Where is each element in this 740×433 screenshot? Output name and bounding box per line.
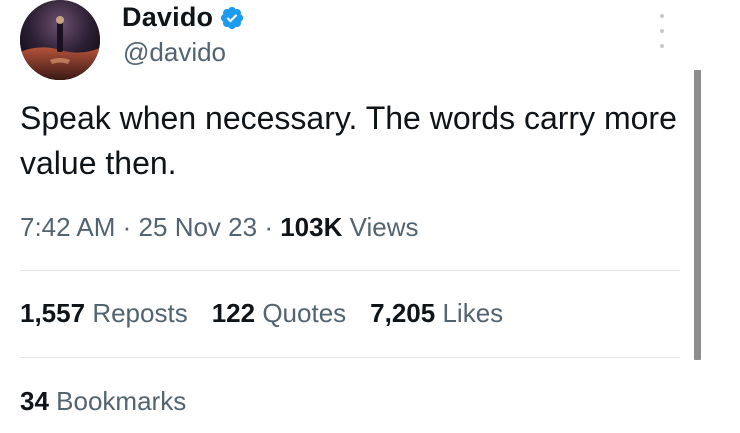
author-display-name[interactable]: Davido xyxy=(122,2,245,33)
likes-count: 7,205 xyxy=(370,298,436,328)
meta-separator: · xyxy=(122,212,132,242)
likes-stat[interactable]: 7,205 Likes xyxy=(370,298,503,329)
avatar-image xyxy=(20,0,100,80)
reposts-count: 1,557 xyxy=(20,298,86,328)
verified-badge-icon xyxy=(221,6,244,29)
bookmarks-stat[interactable]: 34 Bookmarks xyxy=(20,386,186,417)
avatar[interactable] xyxy=(20,0,100,80)
author-name-text[interactable]: Davido xyxy=(122,2,213,33)
more-dot xyxy=(660,14,664,18)
author-handle[interactable]: @davido xyxy=(123,37,226,68)
tweet-date[interactable]: 25 Nov 23 xyxy=(139,212,258,242)
quotes-stat[interactable]: 122 Quotes xyxy=(212,298,346,329)
views-count: 103K xyxy=(280,212,343,242)
tweet-text: Speak when necessary. The words carry mo… xyxy=(20,100,677,181)
views-label: Views xyxy=(349,212,419,242)
tweet-detail: Davido @davido Speak when necessary. The… xyxy=(0,0,740,433)
engagement-stats: 1,557 Reposts 122 Quotes 7,205 Likes xyxy=(20,298,503,329)
quotes-label: Quotes xyxy=(262,298,347,328)
reposts-label: Reposts xyxy=(92,298,188,328)
divider xyxy=(20,357,680,358)
meta-separator: · xyxy=(264,212,273,242)
more-dot xyxy=(660,29,664,33)
tweet-meta: 7:42 AM · 25 Nov 23 · 103K Views xyxy=(20,212,419,243)
tweet-time[interactable]: 7:42 AM xyxy=(20,212,115,242)
more-dot xyxy=(660,44,664,48)
reposts-stat[interactable]: 1,557 Reposts xyxy=(20,298,188,329)
divider xyxy=(20,270,680,271)
bookmarks-label: Bookmarks xyxy=(56,386,187,416)
bookmarks-count: 34 xyxy=(20,386,49,416)
scrollbar[interactable] xyxy=(694,70,701,360)
quotes-count: 122 xyxy=(211,298,256,328)
likes-label: Likes xyxy=(442,298,504,328)
more-vertical-icon[interactable] xyxy=(650,14,674,48)
